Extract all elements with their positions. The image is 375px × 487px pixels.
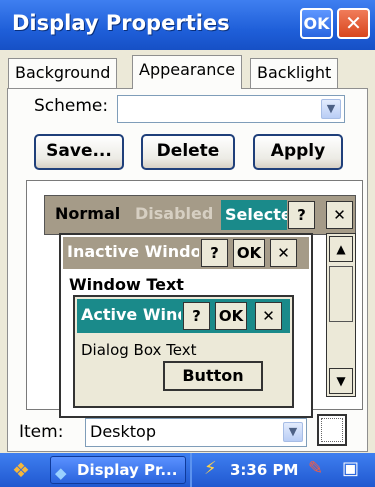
start-icon[interactable]: ❖ — [6, 457, 36, 483]
connectivity-icon[interactable]: ✎ — [308, 458, 323, 479]
display-icon: ◆ — [55, 464, 67, 482]
power-icon[interactable]: ⚡ — [204, 458, 217, 479]
scroll-down-icon: ▼ — [329, 368, 353, 394]
tray-separator — [190, 453, 192, 487]
help-icon: ? — [183, 302, 210, 330]
item-dropdown[interactable]: Desktop ▼ — [85, 418, 307, 447]
scroll-thumb — [329, 266, 353, 322]
menu-normal-text: Normal — [55, 204, 121, 223]
title-bar: Display Properties OK ✕ — [0, 0, 375, 50]
menu-selected-text: Selected — [221, 200, 287, 230]
active-window-title: Active Window — [81, 305, 181, 324]
taskbar-item-display-properties[interactable]: ◆ Display Pr... — [50, 456, 186, 484]
window-title: Display Properties — [12, 11, 230, 35]
delete-button[interactable]: Delete — [141, 134, 235, 170]
color-picker-button[interactable] — [317, 414, 347, 446]
taskbar: ❖ ◆ Display Pr... ⚡ 3:36 PM ✎ ▣ — [0, 453, 375, 487]
desktop-icon[interactable]: ▣ — [342, 458, 359, 479]
apply-button[interactable]: Apply — [253, 134, 343, 170]
item-label: Item: — [19, 422, 64, 442]
clock[interactable]: 3:36 PM — [230, 461, 298, 479]
window-text-sample: Window Text — [69, 275, 184, 294]
help-icon: ? — [288, 201, 315, 229]
chevron-down-icon[interactable]: ▼ — [321, 99, 341, 119]
taskbar-item-label: Display Pr... — [77, 461, 178, 479]
save-button[interactable]: Save... — [34, 134, 124, 170]
sample-button: Button — [163, 361, 263, 391]
close-button[interactable]: ✕ — [337, 8, 370, 39]
dialog-text-sample: Dialog Box Text — [81, 341, 197, 359]
active-title-bar: Active Window ? OK ✕ — [77, 299, 290, 333]
chevron-down-icon[interactable]: ▼ — [283, 422, 303, 442]
inactive-title-bar: Inactive Window ? OK ✕ — [63, 237, 309, 269]
preview-menu-bar: Normal Disabled Selected ? ✕ — [44, 195, 356, 235]
item-value: Desktop — [90, 422, 156, 441]
close-icon: ✕ — [326, 201, 353, 229]
scheme-dropdown[interactable]: ▼ — [117, 95, 345, 123]
tab-background[interactable]: Background — [8, 58, 118, 88]
preview-scrollbar: ▲ ▼ — [326, 233, 356, 397]
ok-icon: OK — [233, 239, 265, 267]
ok-icon: OK — [215, 302, 247, 330]
tab-appearance[interactable]: Appearance — [132, 55, 243, 89]
close-icon: ✕ — [270, 239, 297, 267]
ok-button[interactable]: OK — [300, 8, 333, 39]
preview-active-window: Active Window ? OK ✕ Dialog Box Text But… — [73, 295, 294, 408]
close-icon: ✕ — [255, 302, 282, 330]
menu-disabled-text: Disabled — [135, 204, 214, 223]
inactive-window-title: Inactive Window — [67, 242, 199, 261]
tab-backlight[interactable]: Backlight — [250, 58, 339, 88]
help-icon: ? — [201, 239, 228, 267]
scheme-label: Scheme: — [34, 96, 109, 116]
scroll-up-icon: ▲ — [329, 236, 353, 262]
